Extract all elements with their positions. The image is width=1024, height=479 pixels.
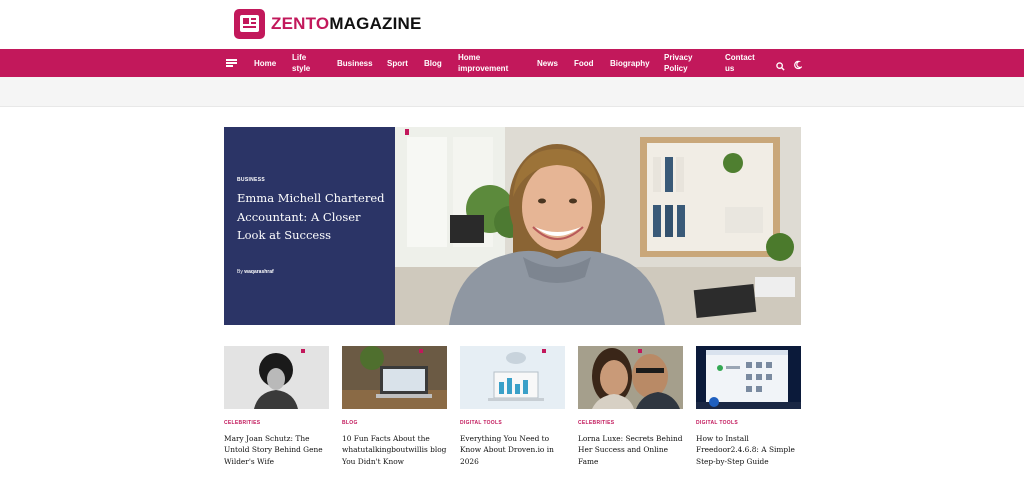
post-card[interactable]: BLOG 10 Fun Facts About the whatutalking… xyxy=(342,346,447,467)
nav-item-home-improvement[interactable]: Home improvement xyxy=(458,49,514,77)
nav-item-news[interactable]: News xyxy=(537,49,558,77)
post-title[interactable]: How to Install Freedoor2.4.6.8: A Simple… xyxy=(696,433,801,467)
nav-item-privacy-policy[interactable]: Privacy Policy xyxy=(664,49,698,77)
search-icon[interactable] xyxy=(776,58,785,76)
breadcrumb-strip xyxy=(0,77,1024,107)
nav-item-blog[interactable]: Blog xyxy=(424,49,442,77)
nav-item-food[interactable]: Food xyxy=(574,49,594,77)
featured-post[interactable]: BUSINESS Emma Michell Chartered Accounta… xyxy=(224,127,801,325)
featured-post-category[interactable]: BUSINESS xyxy=(237,177,265,183)
post-title[interactable]: 10 Fun Facts About the whatutalkingboutw… xyxy=(342,433,447,467)
post-title[interactable]: Everything You Need to Know About Droven… xyxy=(460,433,565,467)
featured-post-panel: BUSINESS Emma Michell Chartered Accounta… xyxy=(224,127,395,325)
author-link[interactable]: waqarashraf xyxy=(244,269,273,275)
post-thumbnail[interactable] xyxy=(342,346,447,409)
nav-item-biography[interactable]: Biography xyxy=(610,49,650,77)
post-thumbnail[interactable] xyxy=(460,346,565,409)
moon-icon[interactable] xyxy=(793,57,803,75)
post-thumbnail[interactable] xyxy=(224,346,329,409)
featured-post-title[interactable]: Emma Michell Chartered Accountant: A Clo… xyxy=(237,189,392,245)
featured-post-author: By waqarashraf xyxy=(237,269,274,275)
nav-item-business[interactable]: Business xyxy=(337,49,373,77)
post-card[interactable]: DIGITAL TOOLS Everything You Need to Kno… xyxy=(460,346,565,467)
nav-item-sport[interactable]: Sport xyxy=(387,49,408,77)
logo-text: ZENTOMAGAZINE xyxy=(271,14,422,33)
post-card[interactable]: CELEBRITIES Lorna Luxe: Secrets Behind H… xyxy=(578,346,683,467)
post-card[interactable]: DIGITAL TOOLS How to Install Freedoor2.4… xyxy=(696,346,801,467)
site-logo[interactable]: ZENTOMAGAZINE xyxy=(234,9,422,39)
nav-item-contact-us[interactable]: Contact us xyxy=(725,49,759,77)
post-card[interactable]: CELEBRITIES Mary Joan Schutz: The Untold… xyxy=(224,346,329,467)
nav-item-home[interactable]: Home xyxy=(254,49,276,77)
post-category[interactable]: BLOG xyxy=(342,420,447,426)
main-navigation: Home Life style Business Sport Blog Home… xyxy=(0,49,1024,77)
nav-item-life-style[interactable]: Life style xyxy=(292,49,320,77)
post-thumbnail[interactable] xyxy=(578,346,683,409)
post-category[interactable]: CELEBRITIES xyxy=(578,420,683,426)
post-category[interactable]: DIGITAL TOOLS xyxy=(696,420,801,426)
post-category[interactable]: DIGITAL TOOLS xyxy=(460,420,565,426)
menu-icon[interactable] xyxy=(226,59,237,67)
featured-post-image[interactable] xyxy=(395,127,801,325)
newspaper-icon xyxy=(234,9,265,39)
post-category[interactable]: CELEBRITIES xyxy=(224,420,329,426)
post-thumbnail[interactable] xyxy=(696,346,801,409)
post-title[interactable]: Mary Joan Schutz: The Untold Story Behin… xyxy=(224,433,329,467)
post-title[interactable]: Lorna Luxe: Secrets Behind Her Success a… xyxy=(578,433,683,467)
site-header: ZENTOMAGAZINE xyxy=(0,0,1024,49)
